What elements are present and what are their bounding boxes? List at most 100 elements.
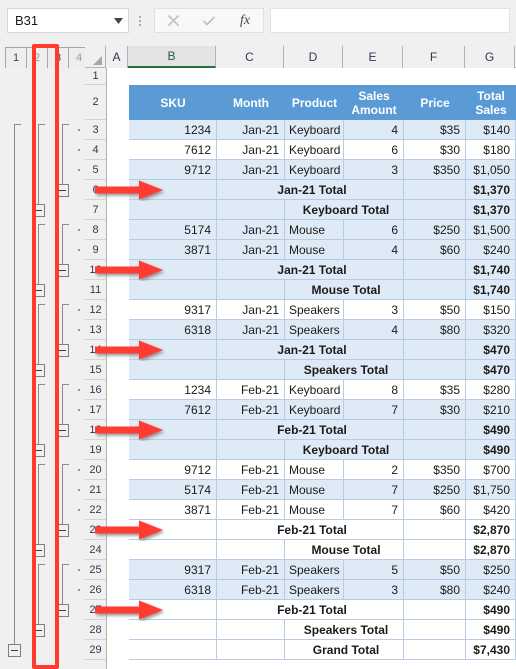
cell-price-3[interactable]: $35 [404,120,466,140]
cell-product-16[interactable]: Keyboard [285,380,344,400]
cell-subtotal-total-7[interactable]: $1,370 [466,200,516,220]
cell-total-8[interactable]: $1,500 [466,220,516,240]
cell-total-16[interactable]: $280 [466,380,516,400]
row-header-25[interactable]: 25 [85,560,106,580]
cell-product-22[interactable]: Mouse [285,500,344,520]
cell-product-8[interactable]: Mouse [285,220,344,240]
cell-amount-26[interactable]: 3 [344,580,404,600]
outline-collapse-button-l3-r14[interactable] [56,344,69,357]
cell-blank-f-10[interactable] [404,260,466,280]
cell-amount-16[interactable]: 8 [344,380,404,400]
outline-level-2-button[interactable]: 2 [26,47,48,69]
column-header-d[interactable]: D [284,46,343,68]
cell-month-25[interactable]: Feb-21 [217,560,285,580]
cell-subtotal-label-7[interactable]: Keyboard Total [285,200,404,220]
cell-blank-c-15[interactable] [217,360,285,380]
outline-collapse-button-l2-r15[interactable] [32,364,45,377]
cell-sku-12[interactable]: 9317 [129,300,217,320]
cell-price-13[interactable]: $80 [404,320,466,340]
cell-product-26[interactable]: Speakers [285,580,344,600]
cell-subtotal-label-10[interactable]: Jan-21 Total [217,260,404,280]
cell-product-12[interactable]: Speakers [285,300,344,320]
cell-blank-f-24[interactable] [404,540,466,560]
cell-total-4[interactable]: $180 [466,140,516,160]
cell-sku-8[interactable]: 5174 [129,220,217,240]
cell-blank-c-11[interactable] [217,280,285,300]
cell-blank-c-29[interactable] [217,640,285,660]
cell-total-22[interactable]: $420 [466,500,516,520]
cell-sku-16[interactable]: 1234 [129,380,217,400]
cell-amount-3[interactable]: 4 [344,120,404,140]
cell-month-21[interactable]: Feb-21 [217,480,285,500]
cell-subtotal-label-19[interactable]: Keyboard Total [285,440,404,460]
cell-total-12[interactable]: $150 [466,300,516,320]
cell-amount-12[interactable]: 3 [344,300,404,320]
cell-product-13[interactable]: Speakers [285,320,344,340]
cell-blank-f-6[interactable] [404,180,466,200]
th-month[interactable]: Month [217,85,285,120]
cell-total-21[interactable]: $1,750 [466,480,516,500]
outline-level-3-button[interactable]: 3 [47,47,69,69]
cell-month-17[interactable]: Feb-21 [217,400,285,420]
outline-level-1-button[interactable]: 1 [5,47,27,69]
row-header-21[interactable]: 21 [85,480,106,500]
cell-sku-9[interactable]: 3871 [129,240,217,260]
cell-product-4[interactable]: Keyboard [285,140,344,160]
cell-blank-b-10[interactable] [129,260,217,280]
row-header-10[interactable]: 10 [85,260,106,280]
cell-blank-b-15[interactable] [129,360,217,380]
insert-function-icon[interactable]: fx [227,9,263,32]
cell-subtotal-total-14[interactable]: $470 [466,340,516,360]
cell-product-9[interactable]: Mouse [285,240,344,260]
row-header-18[interactable]: 18 [85,420,106,440]
cell-month-26[interactable]: Feb-21 [217,580,285,600]
row-header-27[interactable]: 27 [85,600,106,620]
cell-blank-b-18[interactable] [129,420,217,440]
row-header-4[interactable]: 4 [85,140,106,160]
cell-blank-f-15[interactable] [404,360,466,380]
th-price[interactable]: Price [404,85,466,120]
th-sku[interactable]: SKU [129,85,217,120]
cell-blank-f-14[interactable] [404,340,466,360]
cell-subtotal-total-6[interactable]: $1,370 [466,180,516,200]
cell-blank-b-23[interactable] [129,520,217,540]
cell-amount-9[interactable]: 4 [344,240,404,260]
cell-blank-c-28[interactable] [217,620,285,640]
cell-amount-25[interactable]: 5 [344,560,404,580]
row-header-12[interactable]: 12 [85,300,106,320]
outline-collapse-button-l2-r11[interactable] [32,284,45,297]
cell-subtotal-label-18[interactable]: Feb-21 Total [217,420,404,440]
cell-subtotal-label-14[interactable]: Jan-21 Total [217,340,404,360]
check-icon[interactable] [191,9,227,32]
cell-price-20[interactable]: $350 [404,460,466,480]
cell-subtotal-total-24[interactable]: $2,870 [466,540,516,560]
row-header-15[interactable]: 15 [85,360,106,380]
drag-handle-dots-icon[interactable] [136,13,144,29]
cell-month-12[interactable]: Jan-21 [217,300,285,320]
th-total-sales[interactable]: Total Sales [466,85,516,120]
row-header-28[interactable]: 28 [85,620,106,640]
cell-subtotal-total-15[interactable]: $470 [466,360,516,380]
cell-price-9[interactable]: $60 [404,240,466,260]
row-header-17[interactable]: 17 [85,400,106,420]
cell-blank-f-27[interactable] [404,600,466,620]
cell-blank-b-14[interactable] [129,340,217,360]
cell-blank-b-28[interactable] [129,620,217,640]
outline-collapse-button-l3-r18[interactable] [56,424,69,437]
cell-subtotal-label-6[interactable]: Jan-21 Total [217,180,404,200]
cell-price-22[interactable]: $60 [404,500,466,520]
row-header-14[interactable]: 14 [85,340,106,360]
cell-product-25[interactable]: Speakers [285,560,344,580]
cell-price-21[interactable]: $250 [404,480,466,500]
cell-product-20[interactable]: Mouse [285,460,344,480]
cell-product-3[interactable]: Keyboard [285,120,344,140]
cell-blank-b-19[interactable] [129,440,217,460]
cell-subtotal-label-29[interactable]: Grand Total [285,640,404,660]
row-header-7[interactable]: 7 [85,200,106,220]
cell-sku-5[interactable]: 9712 [129,160,217,180]
cell-blank-c-7[interactable] [217,200,285,220]
cell-subtotal-label-28[interactable]: Speakers Total [285,620,404,640]
cell-amount-4[interactable]: 6 [344,140,404,160]
cell-month-20[interactable]: Feb-21 [217,460,285,480]
outline-collapse-button-l3-r27[interactable] [56,604,69,617]
